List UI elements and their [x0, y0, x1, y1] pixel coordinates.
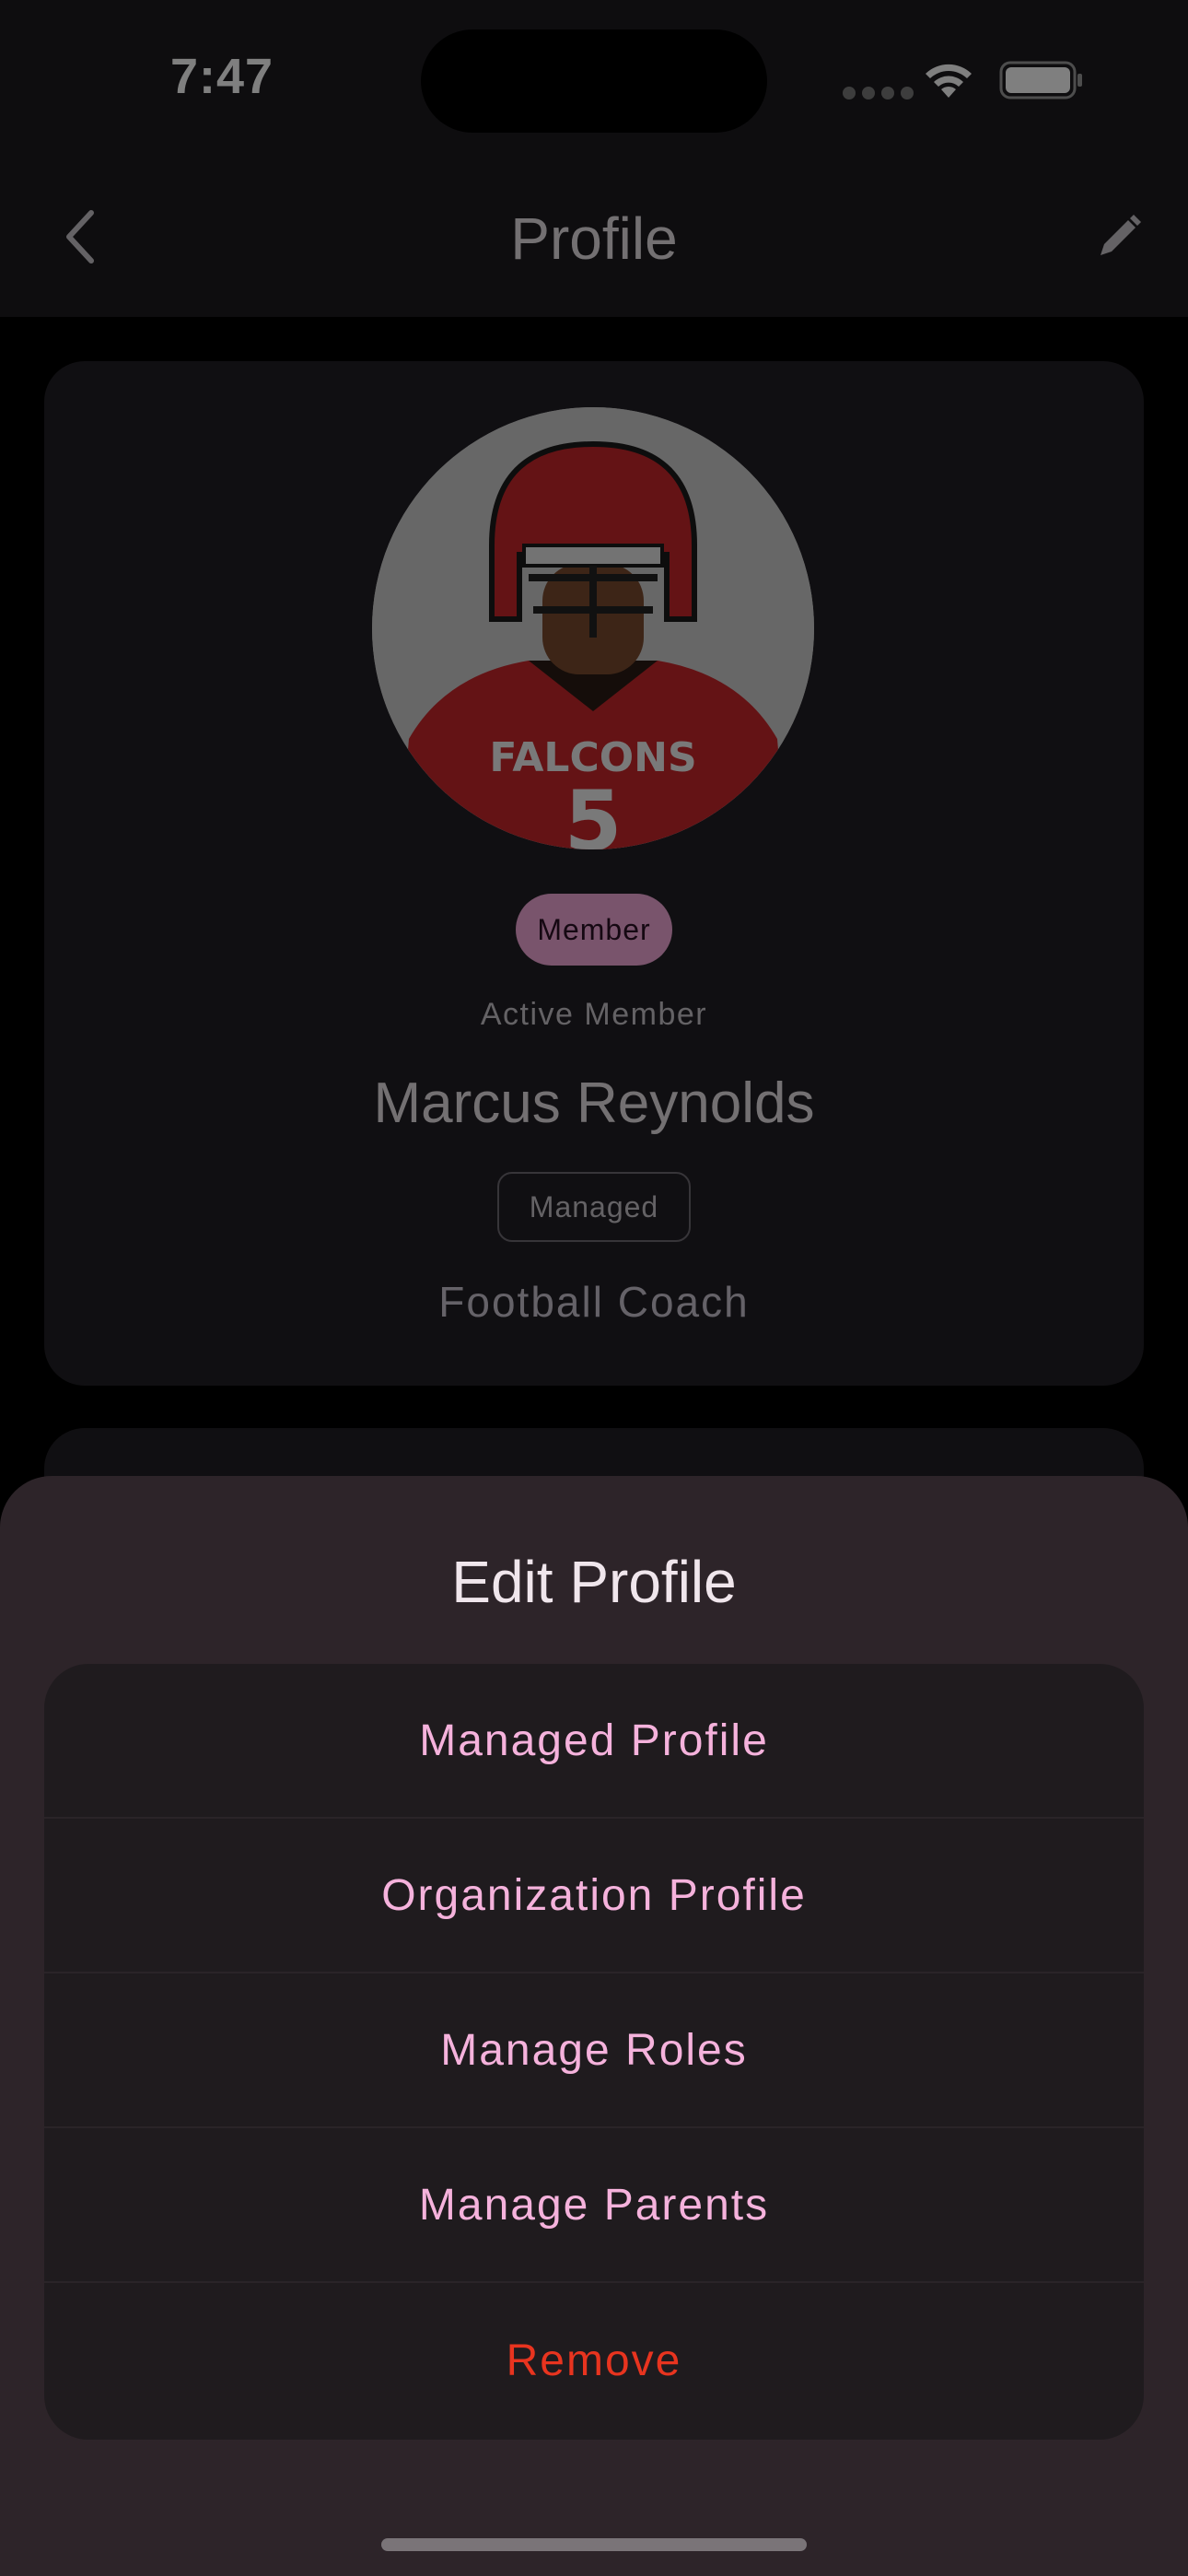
organization-profile-action[interactable]: Organization Profile: [44, 1819, 1144, 1973]
managed-profile-action[interactable]: Managed Profile: [44, 1664, 1144, 1819]
remove-action[interactable]: Remove: [44, 2283, 1144, 2438]
edit-profile-sheet: Edit Profile Managed Profile Organizatio…: [0, 1476, 1188, 2576]
manage-roles-action[interactable]: Manage Roles: [44, 1973, 1144, 2128]
sheet-title: Edit Profile: [451, 1549, 737, 1615]
manage-parents-action[interactable]: Manage Parents: [44, 2128, 1144, 2283]
home-indicator[interactable]: [381, 2538, 807, 2551]
action-list: Managed Profile Organization Profile Man…: [44, 1664, 1144, 2440]
